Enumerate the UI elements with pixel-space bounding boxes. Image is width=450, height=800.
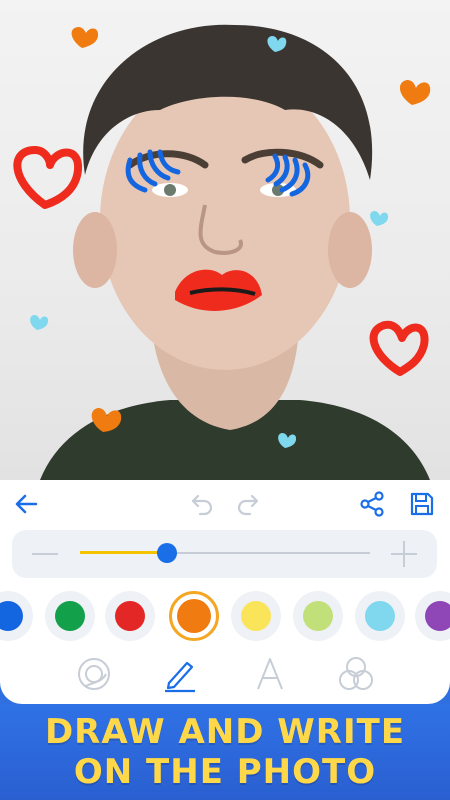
color-swatch-dot — [115, 601, 145, 631]
photo-canvas[interactable] — [0, 0, 450, 480]
floppy-save-icon — [410, 492, 434, 516]
color-swatch-dot — [177, 599, 211, 633]
share-icon — [360, 491, 384, 517]
sticker-icon — [78, 658, 110, 690]
photo-illustration — [13, 24, 431, 480]
minus-icon[interactable] — [32, 553, 58, 555]
pen-tool[interactable] — [160, 654, 200, 694]
share-button[interactable] — [354, 486, 390, 522]
color-swatch[interactable] — [105, 591, 155, 641]
sticker-tool[interactable] — [74, 654, 114, 694]
text-icon — [257, 658, 283, 690]
undo-icon — [191, 494, 213, 516]
color-swatch[interactable] — [355, 591, 405, 641]
color-swatch[interactable] — [415, 591, 450, 641]
editor-toolbar — [0, 480, 450, 526]
undo-button[interactable] — [186, 486, 218, 522]
headline-line-1: DRAW AND WRITE — [44, 712, 406, 752]
color-swatch-dot — [0, 601, 23, 631]
slider-fill — [80, 551, 167, 554]
redo-button[interactable] — [232, 486, 264, 522]
slider-knob[interactable] — [157, 543, 177, 563]
blend-tool[interactable] — [336, 654, 376, 694]
color-swatch[interactable] — [231, 591, 281, 641]
color-swatch[interactable] — [45, 591, 95, 641]
promo-headline: DRAW AND WRITE ON THE PHOTO — [0, 704, 450, 800]
color-palette — [0, 588, 450, 644]
color-swatch-dot — [303, 601, 333, 631]
plus-icon[interactable] — [391, 541, 417, 567]
tool-bar — [0, 650, 450, 698]
color-swatch[interactable] — [293, 591, 343, 641]
headline-line-2: ON THE PHOTO — [73, 752, 377, 792]
text-tool[interactable] — [250, 654, 290, 694]
color-swatch-dot — [55, 601, 85, 631]
color-swatch-dot — [365, 601, 395, 631]
back-button[interactable] — [8, 486, 44, 522]
save-button[interactable] — [404, 486, 440, 522]
color-swatch[interactable] — [0, 591, 33, 641]
color-swatch-dot — [425, 601, 450, 631]
arrow-left-icon — [15, 494, 38, 514]
redo-icon — [237, 494, 259, 516]
brush-size-slider-box — [12, 530, 437, 578]
color-swatch[interactable] — [169, 591, 219, 641]
pen-icon — [165, 661, 195, 693]
blend-circles-icon — [339, 657, 373, 690]
color-swatch-dot — [241, 601, 271, 631]
